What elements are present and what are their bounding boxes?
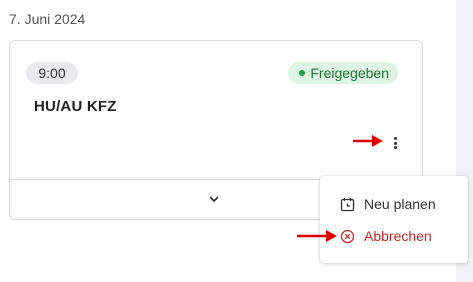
menu-item-label: Abbrechen xyxy=(364,228,432,244)
appointment-title: HU/AU KFZ xyxy=(34,98,117,115)
context-menu: Neu planen Abbrechen xyxy=(320,176,468,263)
kebab-dot-icon xyxy=(393,137,397,140)
circle-x-icon xyxy=(340,229,355,243)
status-dot-icon xyxy=(299,70,306,76)
kebab-dot-icon xyxy=(393,146,397,149)
menu-item-reschedule[interactable]: Neu planen xyxy=(340,193,436,215)
date-heading: 7. Juni 2024 xyxy=(9,11,86,27)
chevron-down-icon xyxy=(209,196,219,202)
menu-item-cancel[interactable]: Abbrechen xyxy=(340,225,432,247)
status-badge: Freigegeben xyxy=(288,62,398,84)
annotation-arrow-icon xyxy=(297,230,337,242)
more-options-button[interactable] xyxy=(388,134,402,152)
kebab-dot-icon xyxy=(393,141,397,145)
expand-button[interactable] xyxy=(206,191,222,207)
annotation-arrow-icon xyxy=(353,135,383,147)
status-label: Freigegeben xyxy=(310,65,389,81)
time-chip: 9:00 xyxy=(26,62,78,84)
calendar-clock-icon xyxy=(340,197,355,211)
menu-item-label: Neu planen xyxy=(364,196,436,212)
